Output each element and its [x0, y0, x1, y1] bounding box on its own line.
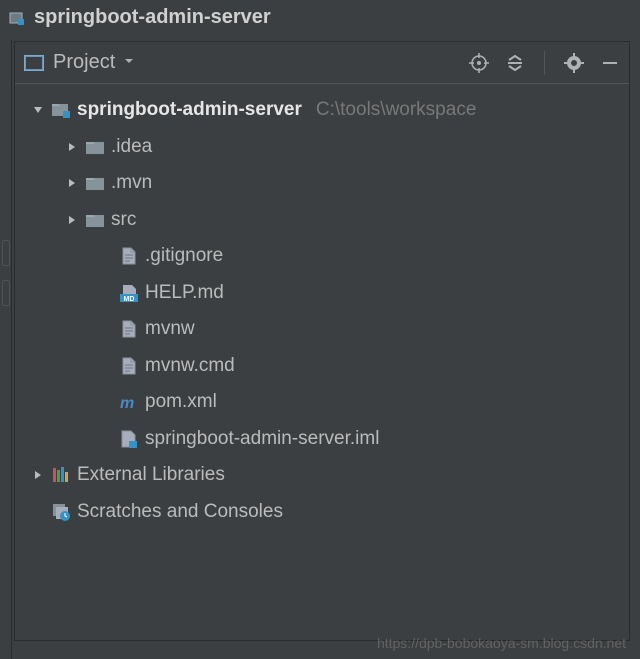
collapse-arrow-icon[interactable]	[65, 177, 79, 189]
collapse-arrow-icon[interactable]	[65, 141, 79, 153]
root-name: springboot-admin-server	[77, 96, 302, 125]
libraries-icon	[51, 465, 71, 485]
tree-scratches[interactable]: ▸ Scratches and Consoles	[19, 494, 625, 531]
scratches-icon	[51, 502, 71, 522]
tree-item-label: springboot-admin-server.iml	[145, 425, 379, 454]
file-icon	[119, 319, 139, 339]
svg-text:m: m	[120, 395, 134, 411]
module-icon	[8, 9, 26, 27]
project-panel: Project	[14, 41, 630, 641]
left-gutter	[0, 40, 12, 659]
tree-item-label: .mvn	[111, 169, 152, 198]
collapse-arrow-icon[interactable]	[31, 469, 45, 481]
tree-item-label: Scratches and Consoles	[77, 498, 283, 527]
toolbar-divider	[544, 51, 545, 75]
file-icon	[119, 356, 139, 376]
markdown-icon: MD	[119, 283, 139, 303]
module-folder-icon	[51, 100, 71, 120]
tree-item-label: pom.xml	[145, 388, 217, 417]
tree-item-label: .gitignore	[145, 242, 223, 271]
root-path: C:\tools\workspace	[316, 96, 477, 125]
tree-item-label: HELP.md	[145, 279, 224, 308]
tree-file-mvnw[interactable]: ▸ mvnw	[19, 311, 625, 348]
tree-item-label: External Libraries	[77, 461, 225, 490]
folder-icon	[85, 173, 105, 193]
chevron-down-icon[interactable]	[123, 55, 135, 70]
tree-file-help-md[interactable]: ▸ MD HELP.md	[19, 275, 625, 312]
title-bar: springboot-admin-server	[0, 0, 640, 35]
tree-file-iml[interactable]: ▸ springboot-admin-server.iml	[19, 421, 625, 458]
tree-file-mvnw-cmd[interactable]: ▸ mvnw.cmd	[19, 348, 625, 385]
hide-icon[interactable]	[599, 52, 621, 74]
tree-file-gitignore[interactable]: ▸ .gitignore	[19, 238, 625, 275]
tree-folder-mvn[interactable]: .mvn	[19, 165, 625, 202]
tree-root[interactable]: springboot-admin-server C:\tools\workspa…	[19, 92, 625, 129]
tree-file-pom-xml[interactable]: ▸ m pom.xml	[19, 384, 625, 421]
watermark-text: https://dpb-bobokaoya-sm.blog.csdn.net	[377, 635, 626, 651]
folder-icon	[85, 210, 105, 230]
gear-icon[interactable]	[563, 52, 585, 74]
tree-external-libraries[interactable]: External Libraries	[19, 457, 625, 494]
tree-item-label: src	[111, 206, 136, 235]
window-title: springboot-admin-server	[34, 6, 271, 29]
iml-icon	[119, 429, 139, 449]
folder-icon	[85, 137, 105, 157]
tree-item-label: mvnw	[145, 315, 195, 344]
svg-text:MD: MD	[124, 296, 135, 302]
project-tree[interactable]: springboot-admin-server C:\tools\workspa…	[15, 84, 629, 538]
project-toolbar: Project	[15, 42, 629, 84]
locate-icon[interactable]	[468, 52, 490, 74]
tree-item-label: mvnw.cmd	[145, 352, 235, 381]
tree-item-label: .idea	[111, 133, 152, 162]
file-icon	[119, 246, 139, 266]
maven-icon: m	[119, 392, 139, 412]
view-selector-label[interactable]: Project	[53, 51, 115, 74]
expand-arrow-icon[interactable]	[31, 104, 45, 116]
tree-folder-idea[interactable]: .idea	[19, 129, 625, 166]
tree-folder-src[interactable]: src	[19, 202, 625, 239]
collapse-arrow-icon[interactable]	[65, 214, 79, 226]
collapse-all-icon[interactable]	[504, 52, 526, 74]
project-view-icon[interactable]	[23, 52, 45, 74]
